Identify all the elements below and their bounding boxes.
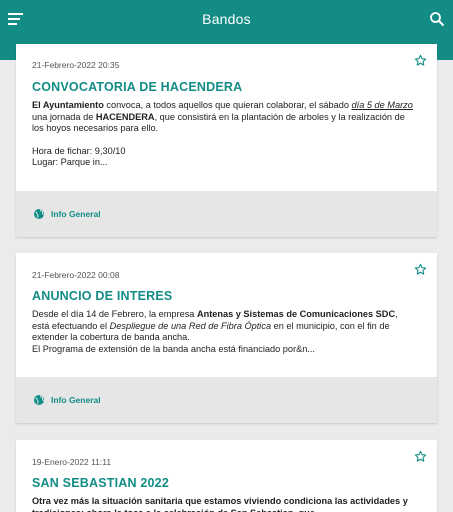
card-title: CONVOCATORIA DE HACENDERA <box>32 80 243 94</box>
card-paragraph: Otra vez más la situación sanitaria que … <box>32 496 417 512</box>
globe-icon <box>34 209 45 219</box>
body-bold-text: Otra vez más la situación sanitaria que … <box>32 496 408 512</box>
body-text: Desde el día 14 de Febrero, la empresa <box>32 309 197 319</box>
card-title: SAN SEBASTIAN 2022 <box>32 476 169 490</box>
star-icon[interactable] <box>414 263 427 276</box>
bando-card[interactable]: 21-Febrero-2022 20:35 CONVOCATORIA DE HA… <box>16 44 437 237</box>
page-title: Bandos <box>202 11 251 27</box>
card-paragraph: Desde el día 14 de Febrero, la empresa A… <box>32 309 417 344</box>
body-text: convoca, a todos aquellos que quieran co… <box>103 100 352 110</box>
card-title: ANUNCIO DE INTERES <box>32 289 173 303</box>
search-icon[interactable] <box>429 11 445 27</box>
body-bold-text: Antenas y Sistemas de Comunicaciones SDC <box>196 309 396 319</box>
star-icon[interactable] <box>414 450 427 463</box>
category-tag: Info General <box>51 395 101 405</box>
card-line: El Programa de extensión de la banda anc… <box>32 343 315 354</box>
category-tag: Info General <box>51 209 101 219</box>
card-paragraph: El Ayuntamiento convoca, a todos aquello… <box>32 100 417 135</box>
body-bold-text: El Ayuntamiento <box>32 100 104 110</box>
body-bold-text: HACENDERA <box>95 111 155 122</box>
globe-icon <box>34 395 45 405</box>
bando-card[interactable]: 21-Febrero-2022 00:08 ANUNCIO DE INTERES… <box>16 253 437 423</box>
card-footer[interactable]: Info General <box>16 377 437 423</box>
body-italic-text: Despliegue de una Red de Fibra Óptica <box>109 320 272 331</box>
card-body: Desde el día 14 de Febrero, la empresa A… <box>32 309 417 355</box>
card-body: Otra vez más la situación sanitaria que … <box>32 496 417 512</box>
card-footer[interactable]: Info General <box>16 191 437 237</box>
bando-card[interactable]: 19-Enero-2022 11:11 SAN SEBASTIAN 2022 O… <box>16 440 437 512</box>
card-line: Lugar: Parque in... <box>32 157 108 168</box>
card-date: 21-Febrero-2022 00:08 <box>32 270 120 280</box>
star-icon[interactable] <box>414 54 427 67</box>
card-line: Hora de fichar: 9,30/10 <box>32 145 126 156</box>
body-text: una jornada de <box>32 111 96 122</box>
body-italic-text: día 5 de Marzo <box>351 100 413 110</box>
card-body: El Ayuntamiento convoca, a todos aquello… <box>32 100 417 169</box>
card-date: 19-Enero-2022 11:11 <box>32 457 112 467</box>
card-date: 21-Febrero-2022 20:35 <box>32 60 120 70</box>
